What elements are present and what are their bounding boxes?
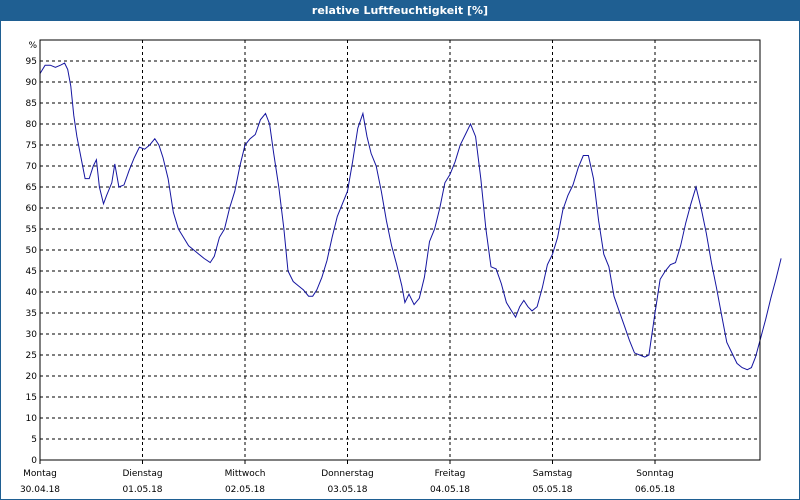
y-tick-label: 65 — [26, 183, 37, 193]
y-tick-label: 50 — [26, 246, 38, 256]
x-tick-label-date: 03.05.18 — [327, 485, 367, 495]
y-tick-label: 95 — [26, 57, 37, 67]
y-axis: % 0 5 10 15 20 25 30 35 40 45 50 55 60 65 70 75 80 85 90 95 — [26, 41, 38, 466]
x-tick-label-day: Montag — [23, 469, 57, 479]
y-tick-label: 75 — [26, 141, 37, 151]
y-tick-label: 25 — [26, 351, 37, 361]
y-tick-label: 35 — [26, 309, 37, 319]
y-tick-label: 55 — [26, 225, 37, 235]
x-tick-label-date: 06.05.18 — [635, 485, 675, 495]
x-tick-label-day: Donnerstag — [321, 469, 374, 479]
x-axis: Montag 30.04.18 Dienstag 01.05.18 Mittwoch 02… — [20, 460, 675, 495]
x-tick-label-date: 30.04.18 — [20, 485, 60, 495]
y-tick-label: 90 — [26, 78, 38, 88]
x-tick-label-day: Freitag — [435, 469, 466, 479]
y-tick-label: 80 — [26, 120, 38, 130]
humidity-chart: % 0 5 10 15 20 25 30 35 40 45 50 55 60 65 70 75 80 85 90 95… — [20, 39, 782, 495]
x-tick-label-day: Dienstag — [122, 469, 162, 479]
y-tick-label: 30 — [26, 330, 38, 340]
y-tick-label: 45 — [26, 267, 37, 277]
y-tick-label: 60 — [26, 204, 38, 214]
y-tick-label: 0 — [31, 456, 37, 466]
x-tick-label-date: 04.05.18 — [430, 485, 470, 495]
x-tick-label-day: Sonntag — [636, 469, 673, 479]
x-tick-label-date: 01.05.18 — [122, 485, 162, 495]
y-tick-label: 40 — [26, 288, 38, 298]
x-tick-label-day: Samstag — [533, 469, 572, 479]
x-tick-label-date: 05.05.18 — [532, 485, 572, 495]
grid — [40, 40, 760, 460]
y-tick-label: 70 — [26, 162, 38, 172]
y-axis-unit-label: % — [28, 41, 37, 51]
y-tick-label: 10 — [26, 414, 38, 424]
y-tick-label: 20 — [26, 372, 38, 382]
humidity-series-line — [39, 62, 782, 371]
y-tick-label: 15 — [26, 393, 37, 403]
y-tick-label: 85 — [26, 99, 37, 109]
y-tick-label: 5 — [31, 435, 37, 445]
x-tick-label-day: Mittwoch — [225, 469, 266, 479]
x-tick-label-date: 02.05.18 — [225, 485, 265, 495]
